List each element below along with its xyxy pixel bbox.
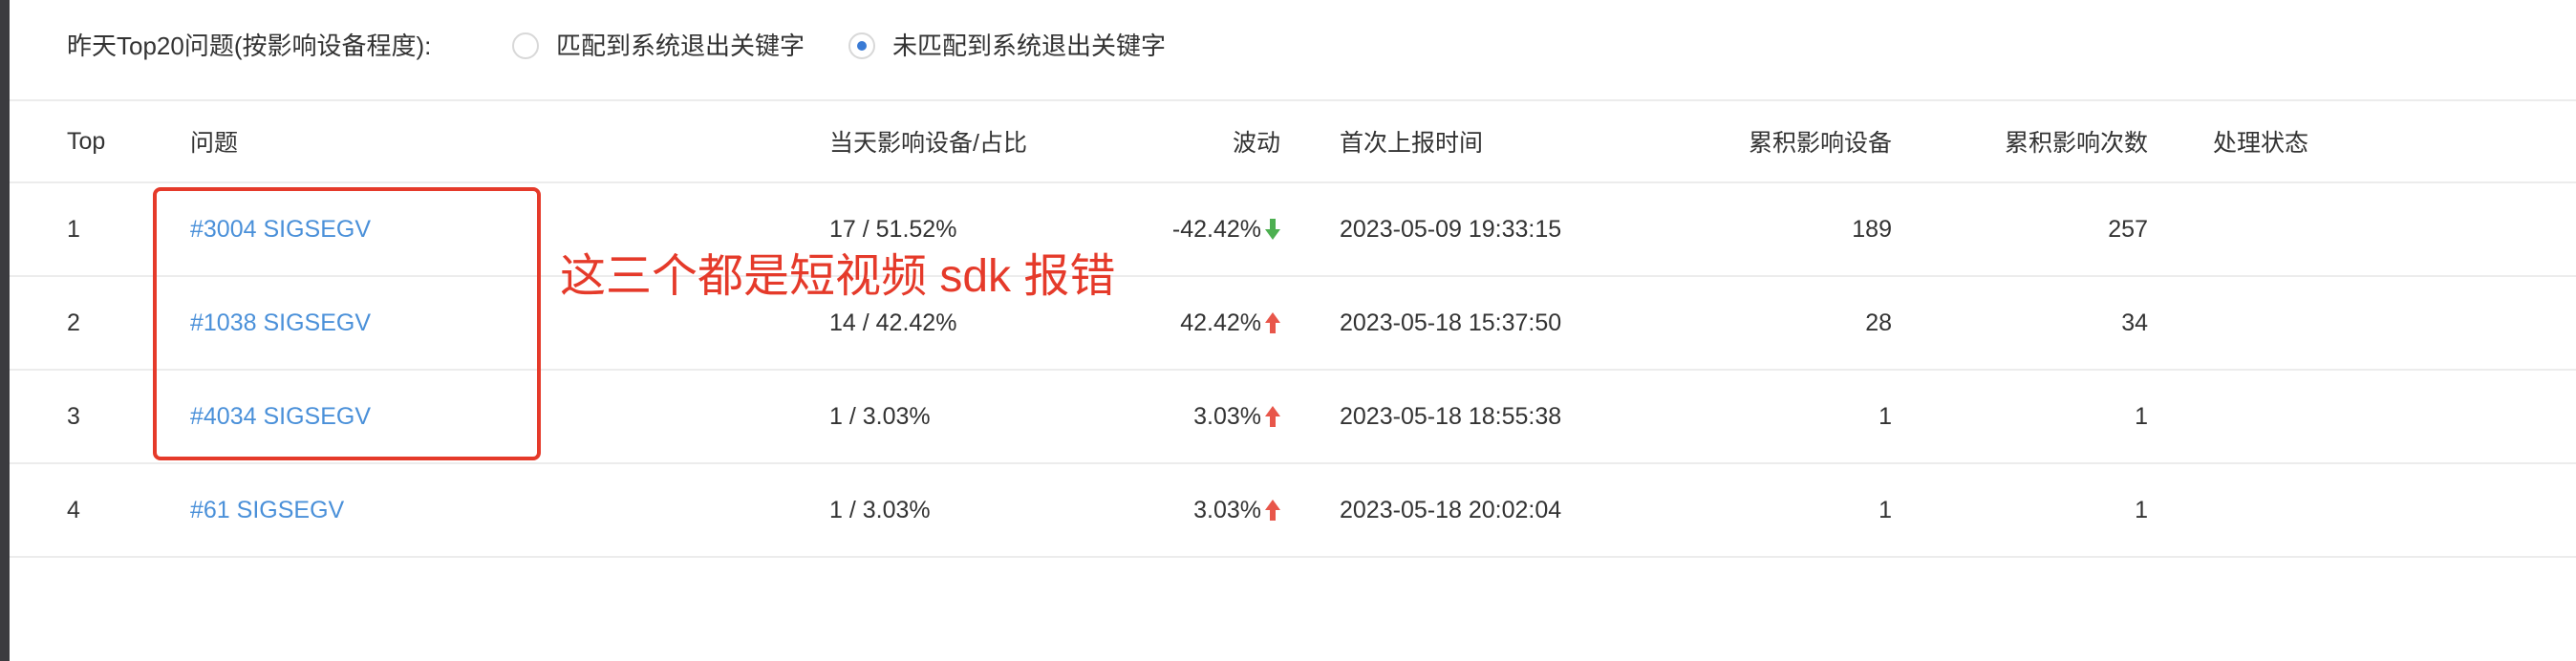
- trend-up-arrow-icon: [1265, 312, 1280, 333]
- cell-ratio: 1 / 3.03%: [829, 402, 931, 430]
- column-header-top: Top: [67, 127, 106, 155]
- column-header-ratio: 当天影响设备/占比: [829, 130, 1027, 157]
- cell-wave: -42.42%: [1172, 183, 1280, 275]
- column-header-wave: 波动: [1232, 130, 1280, 157]
- cell-issue: #3004 SIGSEGV: [190, 183, 371, 275]
- radio-label: 未匹配到系统退出关键字: [892, 32, 1167, 60]
- cell-count: 1: [2135, 402, 2148, 430]
- table-row: 2 #1038 SIGSEGV 14 / 42.42% 42.42% 2023-…: [10, 277, 2576, 371]
- wave-value: 3.03%: [1193, 496, 1261, 523]
- cell-devices: 1: [1878, 496, 1892, 523]
- cell-top: 4: [67, 496, 80, 523]
- table-row: 4 #61 SIGSEGV 1 / 3.03% 3.03% 2023-05-18…: [10, 464, 2576, 558]
- cell-top: 3: [67, 402, 80, 430]
- cell-first-report: 2023-05-18 20:02:04: [1340, 496, 1562, 523]
- cell-issue: #61 SIGSEGV: [190, 464, 344, 556]
- wave-value: -42.42%: [1171, 215, 1261, 243]
- column-header-count: 累积影响次数: [2004, 130, 2148, 157]
- table-row: 3 #4034 SIGSEGV 1 / 3.03% 3.03% 2023-05-…: [10, 371, 2576, 464]
- cell-top: 1: [67, 215, 80, 243]
- cell-first-report: 2023-05-18 18:55:38: [1340, 402, 1562, 430]
- trend-up-arrow-icon: [1265, 500, 1280, 521]
- column-header-first-report: 首次上报时间: [1340, 130, 1484, 157]
- top-issues-table: Top 问题 当天影响设备/占比 波动 首次上报时间 累积影响设备 累积影响次数…: [10, 101, 2576, 558]
- cell-wave: 3.03%: [1193, 371, 1280, 462]
- issue-link[interactable]: #61 SIGSEGV: [190, 497, 344, 524]
- cell-issue: #4034 SIGSEGV: [190, 371, 371, 462]
- table-row: 1 #3004 SIGSEGV 17 / 51.52% -42.42% 2023…: [10, 183, 2576, 277]
- issue-link[interactable]: #4034 SIGSEGV: [190, 403, 371, 431]
- filter-label: 昨天Top20问题(按影响设备程度):: [67, 32, 432, 60]
- cell-top: 2: [67, 309, 80, 336]
- wave-value: 42.42%: [1180, 309, 1261, 336]
- cell-wave: 42.42%: [1180, 277, 1280, 369]
- main-panel: 昨天Top20问题(按影响设备程度): 匹配到系统退出关键字 未匹配到系统退出关…: [10, 0, 2576, 661]
- cell-count: 1: [2135, 496, 2148, 523]
- cell-count: 257: [2108, 215, 2148, 243]
- radio-circle[interactable]: [848, 32, 875, 59]
- column-header-issue: 问题: [190, 130, 239, 157]
- column-header-status: 处理状态: [2213, 130, 2309, 157]
- cell-first-report: 2023-05-09 19:33:15: [1340, 215, 1562, 243]
- issue-link[interactable]: #3004 SIGSEGV: [190, 216, 371, 244]
- column-header-devices: 累积影响设备: [1748, 130, 1892, 157]
- radio-label: 匹配到系统退出关键字: [556, 32, 805, 60]
- cell-count: 34: [2121, 309, 2148, 336]
- cell-ratio: 1 / 3.03%: [829, 496, 931, 523]
- table-header-row: Top 问题 当天影响设备/占比 波动 首次上报时间 累积影响设备 累积影响次数…: [10, 101, 2576, 183]
- radio-unmatched-exit-keyword[interactable]: 未匹配到系统退出关键字: [848, 29, 1166, 63]
- cell-devices: 28: [1865, 309, 1892, 336]
- trend-up-arrow-icon: [1265, 406, 1280, 427]
- cell-first-report: 2023-05-18 15:37:50: [1340, 309, 1562, 336]
- cell-issue: #1038 SIGSEGV: [190, 277, 371, 369]
- cell-wave: 3.03%: [1193, 464, 1280, 556]
- radio-circle[interactable]: [512, 32, 539, 59]
- wave-value: 3.03%: [1193, 402, 1261, 430]
- cell-devices: 1: [1878, 402, 1892, 430]
- trend-down-arrow-icon: [1265, 219, 1280, 240]
- filter-bar: 昨天Top20问题(按影响设备程度): 匹配到系统退出关键字 未匹配到系统退出关…: [10, 0, 2576, 101]
- annotation-text: 这三个都是短视频 sdk 报错: [560, 251, 1116, 302]
- radio-matched-exit-keyword[interactable]: 匹配到系统退出关键字: [512, 29, 805, 63]
- issue-link[interactable]: #1038 SIGSEGV: [190, 309, 371, 337]
- cell-devices: 189: [1852, 215, 1892, 243]
